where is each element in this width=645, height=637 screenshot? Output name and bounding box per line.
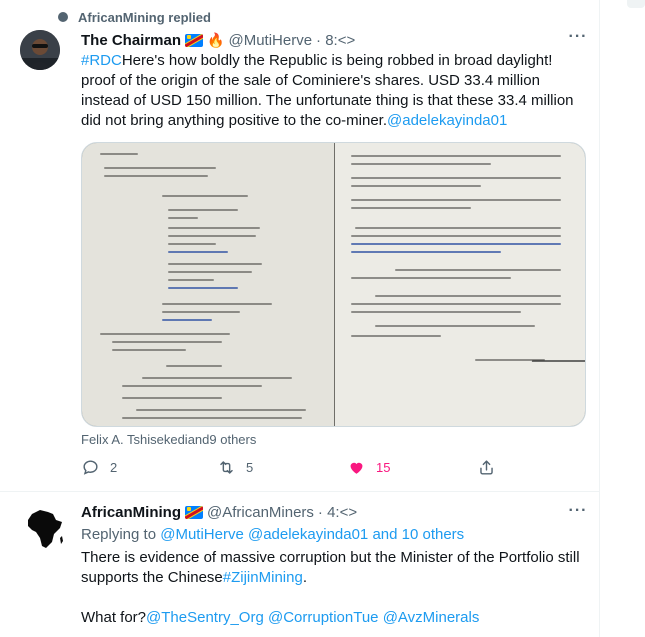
tweet-header: The Chairman 🔥 @MutiHerve · 8:<>: [81, 30, 355, 50]
more-icon[interactable]: ···: [566, 28, 590, 48]
replying-to-mentions[interactable]: @MutiHerve @adelekayinda01 and 10 others: [160, 526, 464, 543]
heart-filled-icon: [350, 462, 363, 474]
username[interactable]: @AfricanMiners: [207, 504, 314, 521]
timestamp[interactable]: · 8:<>: [316, 32, 355, 49]
tweet[interactable]: AfricanMining replied The Chairman 🔥 @Mu…: [0, 0, 600, 490]
tweet-photo[interactable]: [81, 142, 586, 427]
display-name[interactable]: AfricanMining: [81, 504, 181, 521]
tweet[interactable]: AfricanMining @AfricanMiners · 4:<> ··· …: [0, 492, 600, 637]
hashtag-link[interactable]: #RDC: [81, 52, 122, 69]
reply-button[interactable]: 2: [81, 458, 117, 477]
document-page-left: [82, 143, 335, 426]
timestamp[interactable]: · 4:<>: [318, 504, 357, 521]
retweet-icon: [220, 461, 233, 474]
tweet-text-body: There is evidence of massive corruption …: [81, 549, 580, 586]
tweet-header: AfricanMining @AfricanMiners · 4:<>: [81, 502, 357, 522]
avatar[interactable]: [20, 30, 60, 70]
like-button[interactable]: 15: [347, 458, 390, 477]
tweet-actions: 2 5 15: [81, 458, 586, 480]
share-icon: [480, 460, 493, 475]
retweet-count: 5: [246, 460, 254, 475]
mention-link[interactable]: @adelekayinda01: [387, 112, 507, 129]
username[interactable]: @MutiHerve: [228, 32, 312, 49]
mention-links[interactable]: @TheSentry_Org @CorruptionTue @AvzMinera…: [146, 609, 479, 626]
avatar[interactable]: [20, 504, 68, 552]
tweet-text: There is evidence of massive corruption …: [81, 548, 591, 637]
retweet-button[interactable]: 5: [217, 458, 253, 477]
reply-context-icon: [58, 12, 68, 22]
document-page-right: [335, 143, 585, 426]
timeline: AfricanMining replied The Chairman 🔥 @Mu…: [0, 0, 600, 637]
drc-flag-icon: [185, 505, 203, 519]
scrollbar-thumb[interactable]: [627, 0, 645, 8]
drc-flag-icon: [185, 33, 204, 47]
replying-to: Replying to @MutiHerve @adelekayinda01 a…: [81, 526, 464, 543]
replying-to-label: Replying to: [81, 526, 161, 543]
display-name[interactable]: The Chairman: [81, 32, 181, 49]
like-count: 15: [376, 460, 391, 475]
signature: [531, 338, 585, 362]
fire-icon: 🔥: [207, 31, 225, 48]
reply-count: 2: [110, 460, 118, 475]
africa-map-icon: [20, 504, 68, 552]
reply-icon: [83, 460, 98, 475]
social-context-text[interactable]: AfricanMining replied: [78, 10, 211, 25]
question-text: What for?: [81, 609, 147, 626]
share-button[interactable]: [477, 458, 496, 477]
more-icon[interactable]: ···: [566, 502, 590, 522]
social-context: AfricanMining replied: [58, 8, 211, 26]
hashtag-link[interactable]: #ZijinMining: [223, 569, 303, 586]
tagged-users[interactable]: Felix A. Tshisekediand9 others: [81, 432, 256, 447]
tweet-text-end: .: [302, 569, 307, 586]
right-sidebar: [601, 0, 645, 637]
tweet-text: #RDCHere's how boldly the Republic is be…: [81, 51, 586, 131]
